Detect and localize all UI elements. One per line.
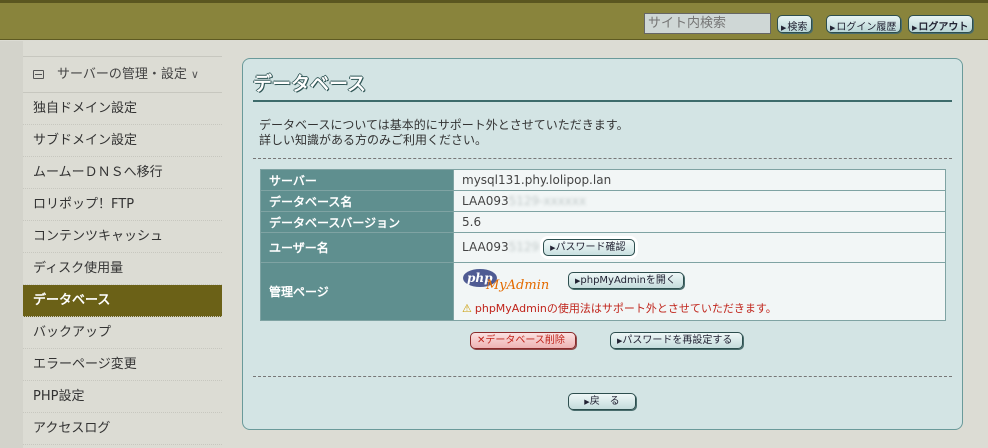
delete-database-button[interactable]: ✕データベース削除 [470,332,576,349]
sidebar-item-disk-usage[interactable]: ディスク使用量 [23,253,222,285]
phpmyadmin-logo: php MyAdmin [463,268,549,293]
phpmyadmin-cell: php MyAdmin ▶phpMyAdminを開く ⚠ phpMyAdminの使… [462,264,937,320]
sidebar-menu: サーバーの管理・設定 ∨ 独自ドメイン設定 サブドメイン設定 ムームーＤＮＳへ移行… [23,41,222,448]
divider [253,158,952,159]
triangle-right-icon: ▶ [912,24,918,32]
admin-page-label: 管理ページ [260,262,454,321]
sidebar-item-ftp[interactable]: ロリポップ！FTP [23,189,222,221]
username-label: ユーザー名 [260,232,454,263]
password-check-button[interactable]: ▶パスワード確認 [543,239,635,256]
site-search-input[interactable] [644,13,771,34]
sidebar: サーバーの管理・設定 ∨ 独自ドメイン設定 サブドメイン設定 ムームーＤＮＳへ移行… [0,41,222,448]
chevron-down-icon: ∨ [190,68,199,81]
support-notice: データベースについては基本的にサポート外とさせていただきます。 詳しい知識がある… [259,118,629,147]
logout-button[interactable]: ▶ログアウト [908,15,974,33]
sidebar-item-backup[interactable]: バックアップ [23,317,222,349]
table-row: サーバー mysql131.phy.lolipop.lan [260,169,946,191]
svg-text:MyAdmin: MyAdmin [485,278,549,293]
triangle-right-icon: ▶ [781,24,787,32]
masked-text: 5129 [508,240,540,254]
server-icon [33,70,44,79]
masked-text: 5129-xxxxxx [508,194,587,208]
top-bar: ▶検索 ▶ログイン履歴 ▶ログアウト [0,0,988,40]
server-value: mysql131.phy.lolipop.lan [453,169,946,191]
database-version-value: 5.6 [453,211,946,233]
page-title: データベース [253,73,367,95]
sidebar-item-content-cache[interactable]: コンテンツキャッシュ [23,221,222,253]
sidebar-item-subdomain[interactable]: サブドメイン設定 [23,125,222,157]
reset-password-button[interactable]: ▶パスワードを再設定する [610,332,744,349]
sidebar-item-access-log[interactable]: アクセスログ [23,413,222,445]
login-history-button[interactable]: ▶ログイン履歴 [826,15,902,33]
triangle-right-icon: ▶ [830,24,836,32]
table-row: 管理ページ php MyAdmin ▶phpMyAdminを開く ⚠ phpMyA… [260,262,946,321]
sidebar-item-database[interactable]: データベース [23,285,222,317]
table-row: データベース名 LAA0935129-xxxxxx [260,190,946,212]
database-panel: データベース データベースについては基本的にサポート外とさせていただきます。 詳… [242,58,963,430]
sidebar-item-custom-domain[interactable]: 独自ドメイン設定 [23,93,222,125]
search-button[interactable]: ▶検索 [777,15,813,33]
table-row: データベースバージョン 5.6 [260,211,946,233]
database-version-label: データベースバージョン [260,211,454,233]
database-info-table: サーバー mysql131.phy.lolipop.lan データベース名 LA… [260,169,946,321]
sidebar-item-php-settings[interactable]: PHP設定 [23,381,222,413]
divider [253,376,952,377]
username-value: LAA0935129 ▶パスワード確認 [453,232,946,263]
database-name-value: LAA0935129-xxxxxx [453,190,946,212]
sidebar-item-muumuu-dns[interactable]: ムームーＤＮＳへ移行 [23,157,222,189]
database-name-label: データベース名 [260,190,454,212]
admin-page-value: php MyAdmin ▶phpMyAdminを開く ⚠ phpMyAdminの使… [453,262,946,321]
back-button[interactable]: ▶戻 る [568,393,636,410]
sidebar-item-error-page[interactable]: エラーページ変更 [23,349,222,381]
open-phpmyadmin-button[interactable]: ▶phpMyAdminを開く [568,271,684,289]
sidebar-group-server-settings[interactable]: サーバーの管理・設定 ∨ [23,57,222,93]
phpmyadmin-warning: ⚠ phpMyAdminの使用法はサポート外とさせていただきます。 [462,301,777,315]
sidebar-top-spacer [23,41,222,57]
warning-icon: ⚠ [462,301,472,315]
table-row: ユーザー名 LAA0935129 ▶パスワード確認 [260,232,946,263]
server-label: サーバー [260,169,454,191]
title-divider [253,100,952,102]
